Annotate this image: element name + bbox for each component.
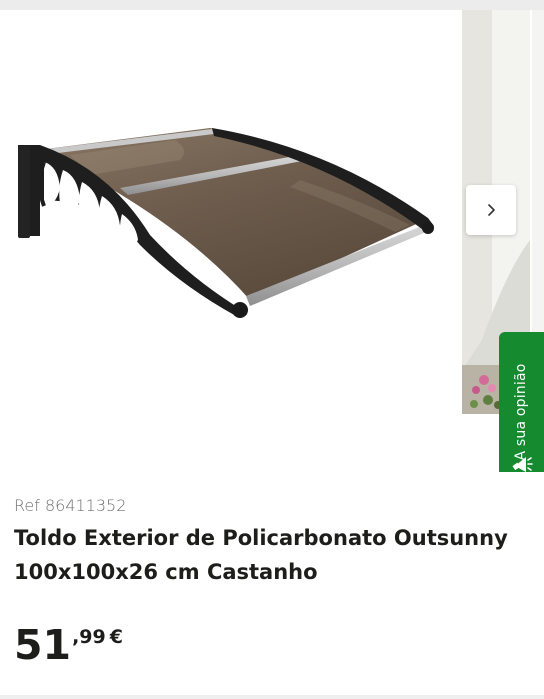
product-image bbox=[18, 128, 434, 318]
product-reference: Ref 86411352 bbox=[14, 496, 127, 515]
megaphone-icon bbox=[512, 457, 533, 472]
feedback-label: A sua opinião bbox=[513, 363, 529, 461]
product-gallery[interactable]: A sua opinião bbox=[0, 10, 544, 472]
top-strip bbox=[0, 0, 544, 10]
product-title: Toldo Exterior de Policarbonato Outsunny… bbox=[14, 526, 508, 584]
chevron-right-icon bbox=[488, 204, 495, 216]
price-integer: 51 bbox=[14, 621, 72, 669]
product-price: 51 ,99 € bbox=[14, 618, 123, 678]
feedback-tab[interactable]: A sua opinião bbox=[499, 332, 544, 472]
divider bbox=[0, 695, 544, 699]
next-image-button[interactable] bbox=[466, 185, 516, 235]
price-currency: € bbox=[109, 626, 123, 648]
price-decimal: ,99 bbox=[72, 626, 106, 648]
